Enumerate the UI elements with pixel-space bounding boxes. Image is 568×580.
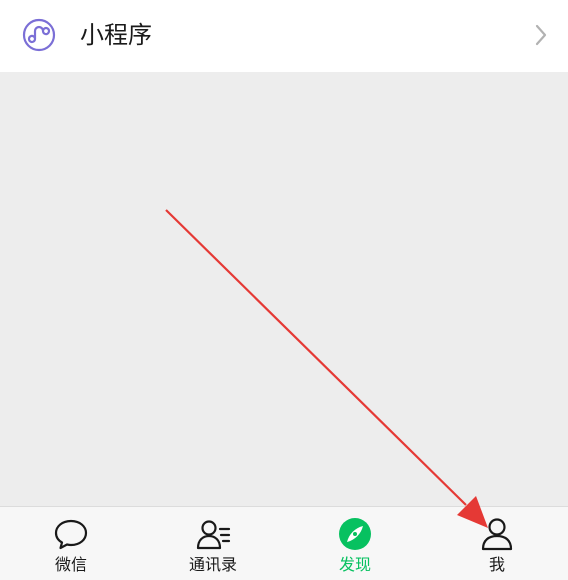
tab-contacts-label: 通讯录 bbox=[188, 555, 237, 574]
contacts-icon bbox=[196, 520, 231, 550]
content-area bbox=[0, 72, 568, 506]
compass-icon bbox=[339, 518, 371, 550]
chat-bubble-icon bbox=[54, 519, 88, 550]
person-icon bbox=[481, 518, 513, 551]
tab-discover-label: 发现 bbox=[338, 555, 371, 574]
bottom-tab-bar: 微信 通讯录 发现 我 bbox=[0, 506, 568, 580]
mini-program-label: 小程序 bbox=[80, 21, 152, 49]
tab-contacts[interactable]: 通讯录 bbox=[142, 507, 284, 580]
chevron-right-icon bbox=[535, 24, 547, 46]
tab-me-label: 我 bbox=[488, 555, 505, 574]
mini-program-row[interactable]: 小程序 bbox=[0, 0, 568, 72]
tab-chats-label: 微信 bbox=[54, 555, 87, 574]
tab-discover[interactable]: 发现 bbox=[284, 507, 426, 580]
tab-chats[interactable]: 微信 bbox=[0, 507, 142, 580]
tab-me[interactable]: 我 bbox=[426, 507, 568, 580]
mini-program-icon bbox=[22, 18, 56, 52]
